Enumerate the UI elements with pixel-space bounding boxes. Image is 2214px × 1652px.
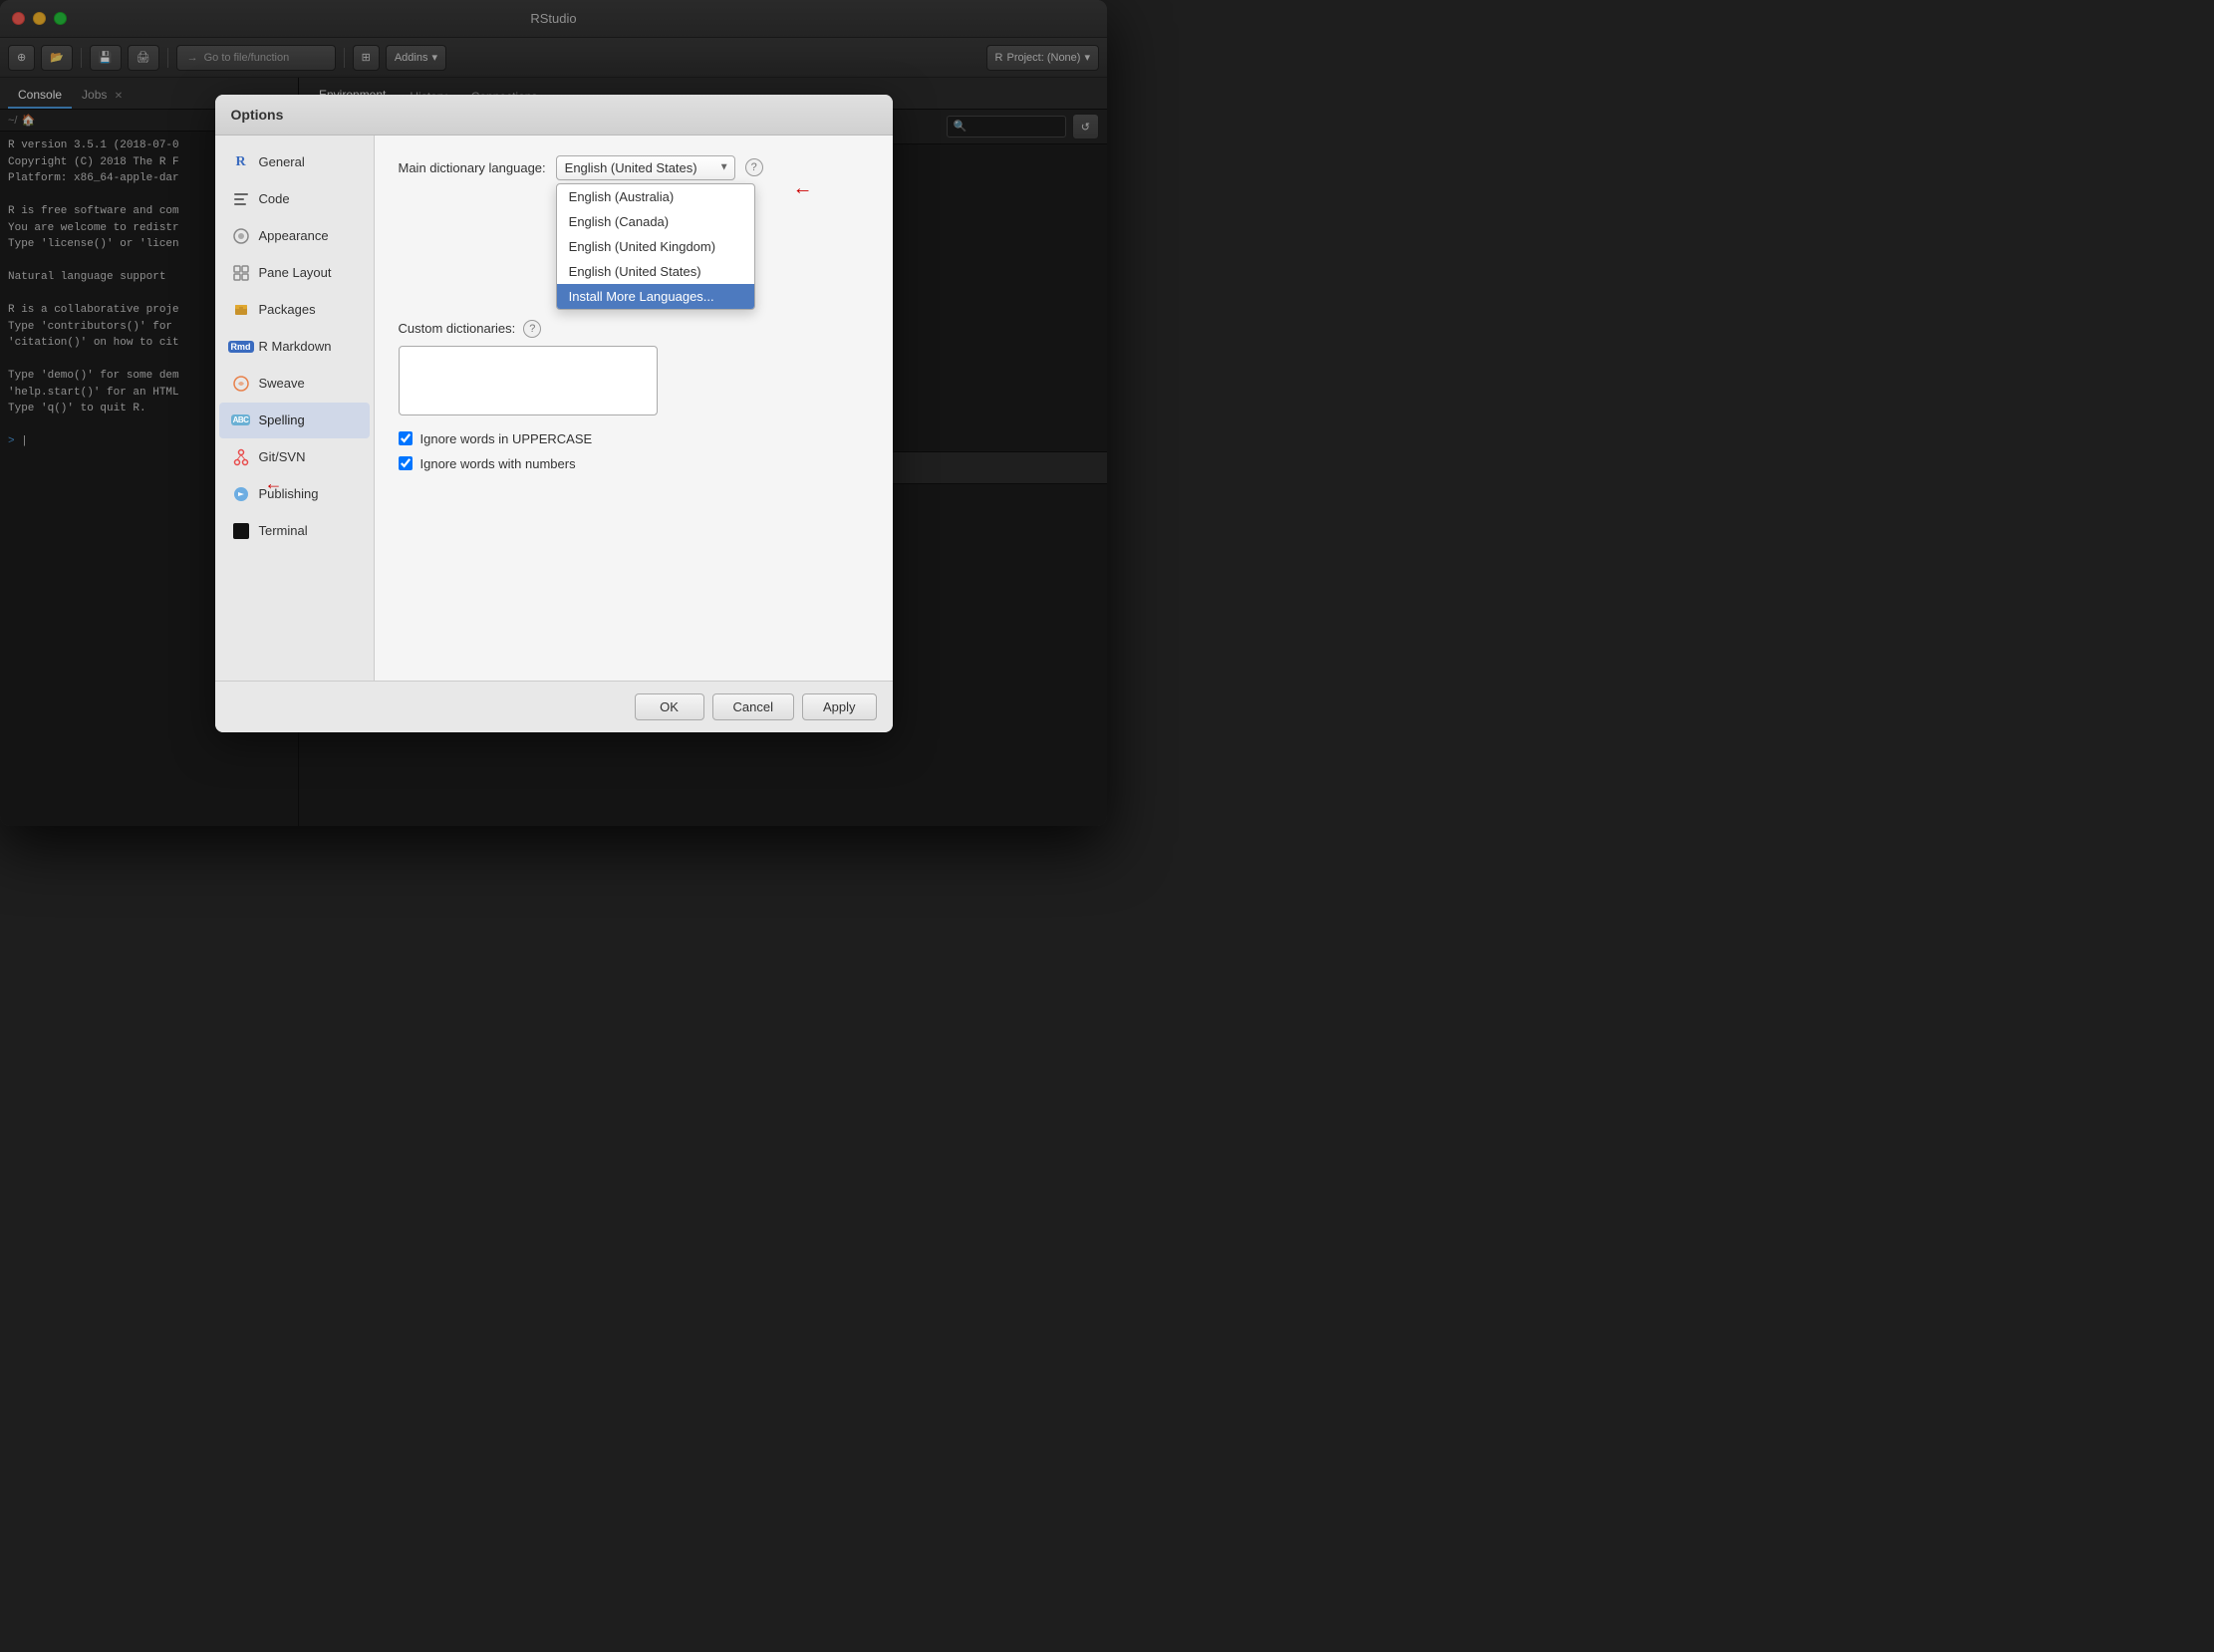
publishing-icon <box>231 484 251 504</box>
pane-layout-icon <box>231 263 251 283</box>
sidebar-item-pane-layout[interactable]: Pane Layout <box>219 255 370 291</box>
mac-window: RStudio ⊕ 📂 💾 🖨 → Go to file/function ⊞ … <box>0 0 1107 826</box>
sidebar-label-git-svn: Git/SVN <box>259 449 306 464</box>
sidebar-item-code[interactable]: Code <box>219 181 370 217</box>
ignore-uppercase-label: Ignore words in UPPERCASE <box>420 431 593 446</box>
custom-dict-label-text: Custom dictionaries: <box>399 321 516 336</box>
sidebar-item-publishing[interactable]: Publishing <box>219 476 370 512</box>
main-dict-select[interactable]: English (United States) <box>556 155 735 180</box>
cancel-button[interactable]: Cancel <box>712 693 794 720</box>
lang-dropdown[interactable]: English (Australia) English (Canada) Eng… <box>556 183 755 310</box>
packages-icon <box>231 300 251 320</box>
custom-dict-area: Custom dictionaries: ? <box>399 320 869 415</box>
dialog-title: Options <box>231 107 284 123</box>
sidebar-label-general: General <box>259 154 305 169</box>
sidebar-item-appearance[interactable]: Appearance <box>219 218 370 254</box>
dialog-title-bar: Options <box>215 95 893 136</box>
code-icon <box>231 189 251 209</box>
dialog-content: Main dictionary language: English (Unite… <box>375 136 893 681</box>
dialog-overlay: Options R General Cod <box>0 0 1107 826</box>
ignore-numbers-label: Ignore words with numbers <box>420 456 576 471</box>
dropdown-item-canada[interactable]: English (Canada) <box>557 209 754 234</box>
sidebar-label-spelling: Spelling <box>259 413 305 427</box>
dropdown-item-uk[interactable]: English (United Kingdom) <box>557 234 754 259</box>
arrow-to-dropdown: ← <box>793 177 813 200</box>
custom-dict-box[interactable] <box>399 346 658 415</box>
git-svn-icon <box>231 447 251 467</box>
sweave-icon <box>231 374 251 394</box>
main-dict-label: Main dictionary language: <box>399 160 546 175</box>
dialog-sidebar: R General Code Appearance <box>215 136 375 681</box>
terminal-icon <box>231 521 251 541</box>
appearance-icon <box>231 226 251 246</box>
ignore-numbers-checkbox[interactable] <box>399 456 413 470</box>
sidebar-label-r-markdown: R Markdown <box>259 339 332 354</box>
dropdown-item-us[interactable]: English (United States) <box>557 259 754 284</box>
sidebar-item-sweave[interactable]: Sweave <box>219 366 370 402</box>
dialog-footer: OK Cancel Apply <box>215 681 893 732</box>
general-icon: R <box>231 152 251 172</box>
apply-button[interactable]: Apply <box>802 693 877 720</box>
sidebar-label-publishing: Publishing <box>259 486 319 501</box>
main-dict-row: Main dictionary language: English (Unite… <box>399 155 869 180</box>
dialog-body: R General Code Appearance <box>215 136 893 681</box>
ignore-uppercase-checkbox[interactable] <box>399 431 413 445</box>
sidebar-label-terminal: Terminal <box>259 523 308 538</box>
custom-dict-help-icon[interactable]: ? <box>523 320 541 338</box>
main-dict-select-container: English (United States) ▼ English (Austr… <box>556 155 735 180</box>
sidebar-item-terminal[interactable]: Terminal <box>219 513 370 549</box>
main-dict-help-icon[interactable]: ? <box>745 158 763 176</box>
sidebar-label-packages: Packages <box>259 302 316 317</box>
spelling-icon: ABC <box>231 411 251 430</box>
sidebar-label-code: Code <box>259 191 290 206</box>
sidebar-item-general[interactable]: R General <box>219 144 370 180</box>
sidebar-item-r-markdown[interactable]: Rmd R Markdown <box>219 329 370 365</box>
sidebar-label-appearance: Appearance <box>259 228 329 243</box>
ignore-uppercase-row: Ignore words in UPPERCASE <box>399 431 869 446</box>
sidebar-label-pane-layout: Pane Layout <box>259 265 332 280</box>
ignore-numbers-row: Ignore words with numbers <box>399 456 869 471</box>
sidebar-item-packages[interactable]: Packages <box>219 292 370 328</box>
sidebar-item-spelling[interactable]: ABC Spelling <box>219 403 370 438</box>
ok-button[interactable]: OK <box>635 693 704 720</box>
dropdown-item-australia[interactable]: English (Australia) <box>557 184 754 209</box>
sidebar-item-git-svn[interactable]: Git/SVN <box>219 439 370 475</box>
sidebar-label-sweave: Sweave <box>259 376 305 391</box>
r-markdown-icon: Rmd <box>231 337 251 357</box>
dropdown-item-install-more[interactable]: Install More Languages... <box>557 284 754 309</box>
custom-dict-label-row: Custom dictionaries: ? <box>399 320 869 338</box>
options-dialog: Options R General Cod <box>215 95 893 732</box>
